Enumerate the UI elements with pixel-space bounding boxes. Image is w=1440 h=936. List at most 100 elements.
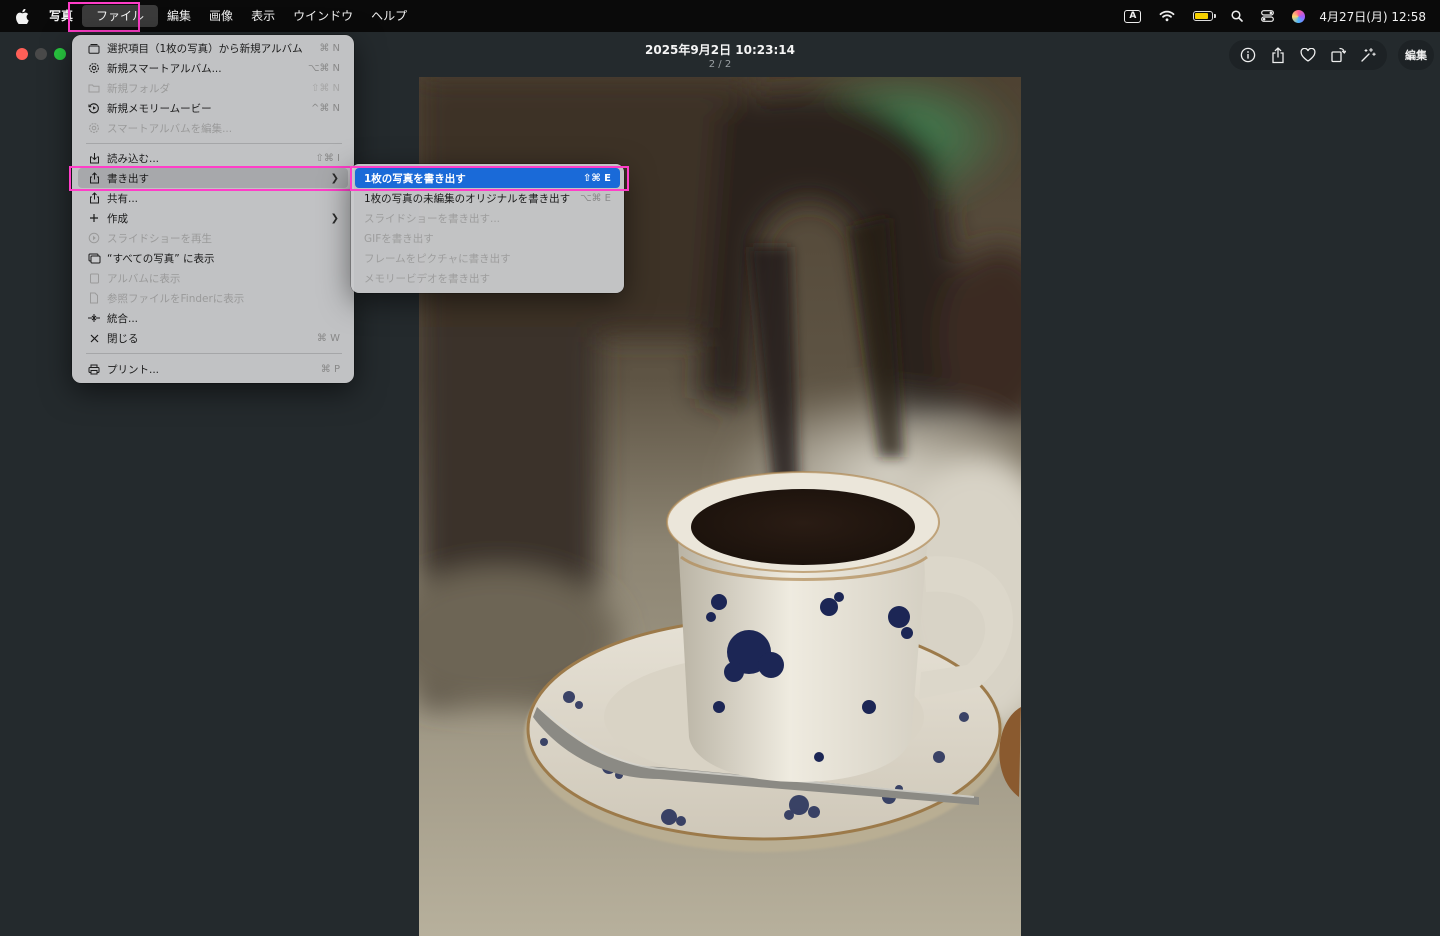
input-method-label: A [1124, 9, 1142, 23]
menu-item-edit-smart-album: スマートアルバムを編集... [78, 118, 348, 138]
menu-item-label: アルバムに表示 [107, 272, 181, 285]
menu-item-label: スライドショーを再生 [107, 232, 212, 245]
album-icon [87, 273, 101, 284]
menu-item-show-in-album: アルバムに表示 [78, 268, 348, 288]
menu-item-label: 参照ファイルをFinderに表示 [107, 292, 245, 305]
menu-item-shortcut: ⌥⌘ E [579, 192, 611, 204]
menu-item-label: 1枚の写真を書き出す [364, 172, 466, 185]
menu-item-label: 選択項目（1枚の写真）から新規アルバム [107, 42, 303, 55]
menu-item-export[interactable]: 書き出す ❯ [78, 168, 348, 188]
menu-image[interactable]: 画像 [200, 5, 242, 27]
menu-item-close[interactable]: 閉じる ⌘ W [78, 328, 348, 348]
memory-icon [87, 102, 101, 114]
menu-edit[interactable]: 編集 [158, 5, 200, 27]
share-icon [87, 192, 101, 204]
chevron-right-icon: ❯ [330, 212, 339, 224]
menu-item-new-smart-album[interactable]: 新規スマートアルバム... ⌥⌘ N [78, 58, 348, 78]
menu-item-label: 1枚の写真の未編集のオリジナルを書き出す [364, 192, 571, 205]
menu-item-show-referenced-file: 参照ファイルをFinderに表示 [78, 288, 348, 308]
menu-photos[interactable]: 写真 [40, 5, 82, 27]
export-icon [87, 172, 101, 184]
rotate-icon[interactable] [1329, 46, 1347, 64]
input-method-icon[interactable]: A [1124, 9, 1142, 23]
menu-item-shortcut: ⌘ N [319, 42, 340, 54]
status-area: A 4月27日(月) 12:58 [1106, 0, 1440, 32]
control-center-icon[interactable] [1261, 10, 1275, 22]
enhance-icon[interactable] [1359, 46, 1377, 64]
menu-separator [86, 353, 342, 354]
submenu-item-export-gif: GIFを書き出す [355, 228, 620, 248]
menu-item-shortcut: ⇧⌘ I [315, 152, 340, 164]
siri-icon[interactable] [1292, 9, 1306, 23]
menu-file[interactable]: ファイル [82, 5, 159, 27]
menu-item-label: GIFを書き出す [364, 232, 434, 245]
album-icon [87, 43, 101, 54]
menu-item-label: 作成 [107, 212, 128, 225]
menu-window[interactable]: ウインドウ [284, 5, 362, 27]
menu-item-show-in-all-photos[interactable]: “すべての写真” に表示 [78, 248, 348, 268]
menu-item-label: 新規フォルダ [107, 82, 170, 95]
menu-item-shortcut: ⌘ W [316, 332, 340, 344]
battery-icon[interactable] [1193, 11, 1217, 21]
menu-item-label: プリント... [107, 363, 160, 376]
menu-item-label: フレームをピクチャに書き出す [364, 252, 511, 265]
photos-icon [87, 253, 101, 264]
menu-item-shortcut: ⌘ P [320, 363, 340, 375]
play-icon [87, 232, 101, 244]
gear-icon [87, 62, 101, 74]
folder-icon [87, 83, 101, 93]
apple-logo-icon[interactable] [16, 8, 30, 24]
menu-item-play-slideshow: スライドショーを再生 [78, 228, 348, 248]
menu-view[interactable]: 表示 [242, 5, 284, 27]
submenu-item-export-photo[interactable]: 1枚の写真を書き出す ⇧⌘ E [355, 168, 620, 188]
menu-item-create[interactable]: 作成 ❯ [78, 208, 348, 228]
menu-help[interactable]: ヘルプ [362, 5, 416, 27]
menu-item-shortcut: ⇧⌘ E [583, 172, 611, 184]
close-icon [87, 334, 101, 343]
menu-item-shortcut: ⌥⌘ N [307, 62, 340, 74]
submenu-item-export-frame: フレームをピクチャに書き出す [355, 248, 620, 268]
zoom-window-button[interactable] [54, 48, 66, 60]
photo-toolbar [1229, 40, 1387, 70]
wifi-icon[interactable] [1159, 10, 1175, 22]
menu-item-label: 読み込む... [107, 152, 160, 165]
search-icon[interactable] [1231, 10, 1244, 22]
menu-item-import[interactable]: 読み込む... ⇧⌘ I [78, 148, 348, 168]
menubar-clock[interactable]: 4月27日(月) 12:58 [1319, 8, 1426, 25]
plus-icon [87, 213, 101, 223]
menu-item-new-folder: 新規フォルダ ⇧⌘ N [78, 78, 348, 98]
menu-item-label: 新規メモリームービー [107, 102, 212, 115]
menu-item-label: 統合... [107, 312, 139, 325]
printer-icon [87, 364, 101, 375]
merge-icon [87, 313, 101, 323]
menu-item-shortcut: ⇧⌘ N [310, 82, 340, 94]
edit-button[interactable]: 編集 [1398, 40, 1434, 70]
menu-item-print[interactable]: プリント... ⌘ P [78, 359, 348, 379]
menu-item-label: 新規スマートアルバム... [107, 62, 222, 75]
menu-item-label: スマートアルバムを編集... [107, 122, 233, 135]
menu-item-label: メモリービデオを書き出す [364, 272, 490, 285]
submenu-item-export-unmodified-original[interactable]: 1枚の写真の未編集のオリジナルを書き出す ⌥⌘ E [355, 188, 620, 208]
document-icon [87, 292, 101, 304]
menu-bar: 写真 ファイル 編集 画像 表示 ウインドウ ヘルプ A 4月27日(月) 12… [0, 0, 1440, 32]
menu-item-label: 閉じる [107, 332, 139, 345]
menu-item-new-album-from-selection[interactable]: 選択項目（1枚の写真）から新規アルバム ⌘ N [78, 38, 348, 58]
menu-item-label: 共有... [107, 192, 139, 205]
menu-item-label: 書き出す [107, 172, 149, 185]
file-menu: 選択項目（1枚の写真）から新規アルバム ⌘ N 新規スマートアルバム... ⌥⌘… [72, 35, 354, 383]
submenu-item-export-memory-video: メモリービデオを書き出す [355, 268, 620, 288]
chevron-right-icon: ❯ [330, 172, 339, 184]
menu-item-share[interactable]: 共有... [78, 188, 348, 208]
menu-item-consolidate[interactable]: 統合... [78, 308, 348, 328]
window-title: 2025年9月2日 10:23:14 2 / 2 [520, 41, 920, 70]
minimize-window-button[interactable] [35, 48, 47, 60]
submenu-item-export-slideshow: スライドショーを書き出す... [355, 208, 620, 228]
menu-separator [86, 143, 342, 144]
close-window-button[interactable] [16, 48, 28, 60]
menu-item-new-memory-movie[interactable]: 新規メモリームービー ^⌘ N [78, 98, 348, 118]
menu-item-label: “すべての写真” に表示 [107, 252, 215, 265]
info-icon[interactable] [1239, 46, 1257, 64]
share-icon[interactable] [1269, 46, 1287, 64]
export-submenu: 1枚の写真を書き出す ⇧⌘ E 1枚の写真の未編集のオリジナルを書き出す ⌥⌘ … [351, 164, 624, 293]
heart-icon[interactable] [1299, 46, 1317, 64]
